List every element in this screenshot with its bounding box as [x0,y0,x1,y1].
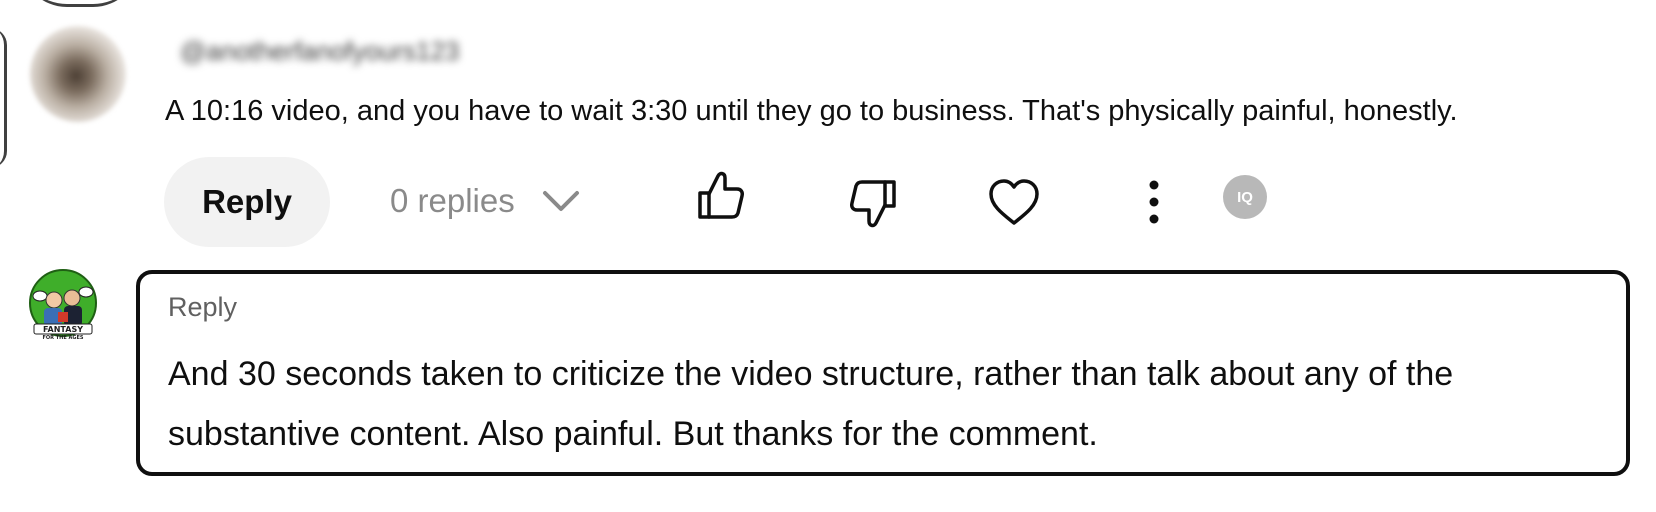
chevron-down-icon [542,191,579,211]
more-vert-icon [1149,180,1159,224]
svg-text:FOR THE AGES: FOR THE AGES [43,335,84,340]
user-avatar[interactable]: FANTASY FOR THE AGES [28,268,98,340]
dislike-button[interactable] [846,175,902,231]
like-button[interactable] [692,168,748,224]
commenter-avatar[interactable] [30,26,126,122]
heart-icon [989,179,1039,225]
replies-count: 0 replies [390,182,515,219]
comment-text: A 10:16 video, and you have to wait 3:30… [165,95,1458,127]
comment-author[interactable]: @anotherfanofyours123 [180,36,470,66]
extension-badge-icon[interactable]: IQ [1223,175,1267,219]
thread-line [0,28,7,168]
heart-button[interactable] [986,175,1042,231]
thumbs-up-icon [698,171,744,219]
more-actions-button[interactable] [1126,175,1182,231]
reply-input-text[interactable]: And 30 seconds taken to criticize the vi… [168,344,1608,464]
reply-input-box[interactable]: Reply And 30 seconds taken to criticize … [136,270,1630,476]
reply-button[interactable]: Reply [164,157,330,247]
thumbs-down-icon [850,180,896,228]
reply-input-label: Reply [168,292,238,322]
replies-toggle[interactable]: 0 replies [390,176,581,226]
svg-text:FANTASY: FANTASY [43,325,83,334]
previous-avatar-edge [20,0,140,7]
fantasy-logo-icon: FANTASY FOR THE AGES [29,269,97,340]
